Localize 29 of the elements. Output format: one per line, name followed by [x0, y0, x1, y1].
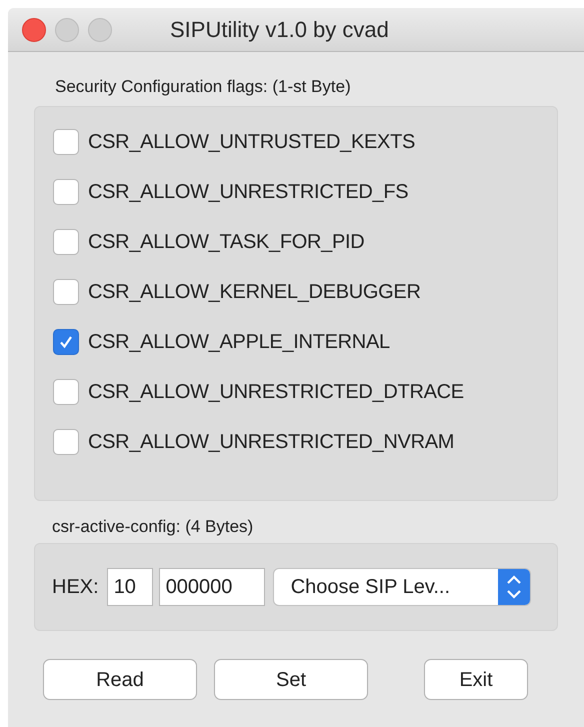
action-button[interactable]: Exit: [424, 659, 528, 700]
flag-label: CSR_ALLOW_UNRESTRICTED_FS: [88, 180, 408, 205]
close-button[interactable]: [22, 18, 46, 42]
window-title: SIPUtility v1.0 by cvad: [170, 16, 389, 44]
minimize-button[interactable]: [55, 18, 79, 42]
group-label: csr-active-config: (4 Bytes): [52, 516, 254, 538]
zoom-button[interactable]: [88, 18, 112, 42]
checkbox[interactable]: [53, 279, 79, 305]
hex-field[interactable]: 10: [106, 568, 153, 606]
flag-label: CSR_ALLOW_UNTRUSTED_KEXTS: [88, 130, 416, 155]
checkbox[interactable]: [53, 329, 79, 355]
checkbox[interactable]: [53, 129, 79, 155]
checkbox[interactable]: [53, 179, 79, 205]
flag-label: CSR_ALLOW_UNRESTRICTED_DTRACE: [88, 380, 464, 405]
stepper-arrows-icon: [498, 569, 530, 605]
checkbox[interactable]: [53, 379, 79, 405]
checkbox[interactable]: [53, 229, 79, 255]
checkbox[interactable]: [53, 429, 79, 455]
action-button[interactable]: Read: [43, 659, 197, 700]
flag-label: CSR_ALLOW_KERNEL_DEBUGGER: [88, 280, 421, 305]
hex-label: HEX:: [52, 575, 99, 600]
flag-label: CSR_ALLOW_TASK_FOR_PID: [88, 230, 364, 255]
checkmark-icon: [58, 334, 74, 350]
sip-level-dropdown[interactable]: Choose SIP Lev...: [272, 568, 531, 606]
group-label: Security Configuration flags: (1-st Byte): [55, 76, 352, 98]
flag-label: CSR_ALLOW_UNRESTRICTED_NVRAM: [88, 430, 454, 455]
flag-label: CSR_ALLOW_APPLE_INTERNAL: [88, 330, 390, 355]
hex-field[interactable]: 000000: [158, 568, 265, 606]
action-button[interactable]: Set: [214, 659, 368, 700]
